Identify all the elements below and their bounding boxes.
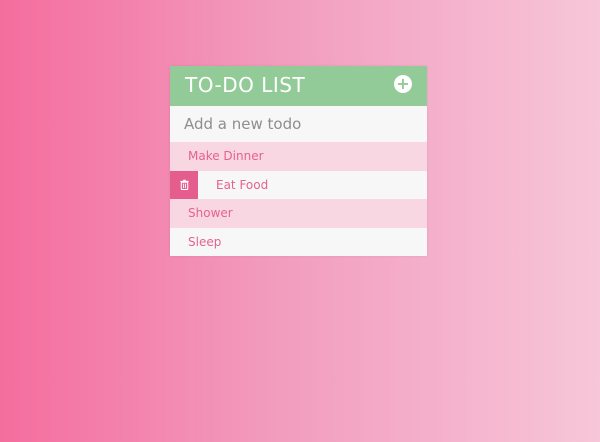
trash-icon[interactable]: [170, 170, 198, 199]
list-item[interactable]: Make Dinner: [170, 142, 427, 171]
todo-label: Sleep: [188, 234, 222, 249]
plus-circle-icon[interactable]: +: [394, 75, 412, 93]
list-item[interactable]: Shower: [170, 199, 427, 228]
new-todo-row: [170, 106, 427, 142]
new-todo-input[interactable]: [170, 106, 427, 142]
todo-label: Shower: [188, 206, 233, 221]
todo-label: Make Dinner: [188, 149, 264, 164]
trash-icon-svg: [179, 179, 189, 191]
list-item[interactable]: Eat Food: [170, 170, 427, 199]
todo-label: Eat Food: [216, 177, 269, 192]
todo-list: Make Dinner Eat Food Shower Sleep: [170, 142, 427, 256]
list-item[interactable]: Sleep: [170, 227, 427, 256]
todo-card: TO-DO LIST + Make Dinner Eat Food Shower: [170, 66, 427, 256]
header: TO-DO LIST +: [170, 66, 427, 106]
page-title: TO-DO LIST: [185, 73, 306, 97]
